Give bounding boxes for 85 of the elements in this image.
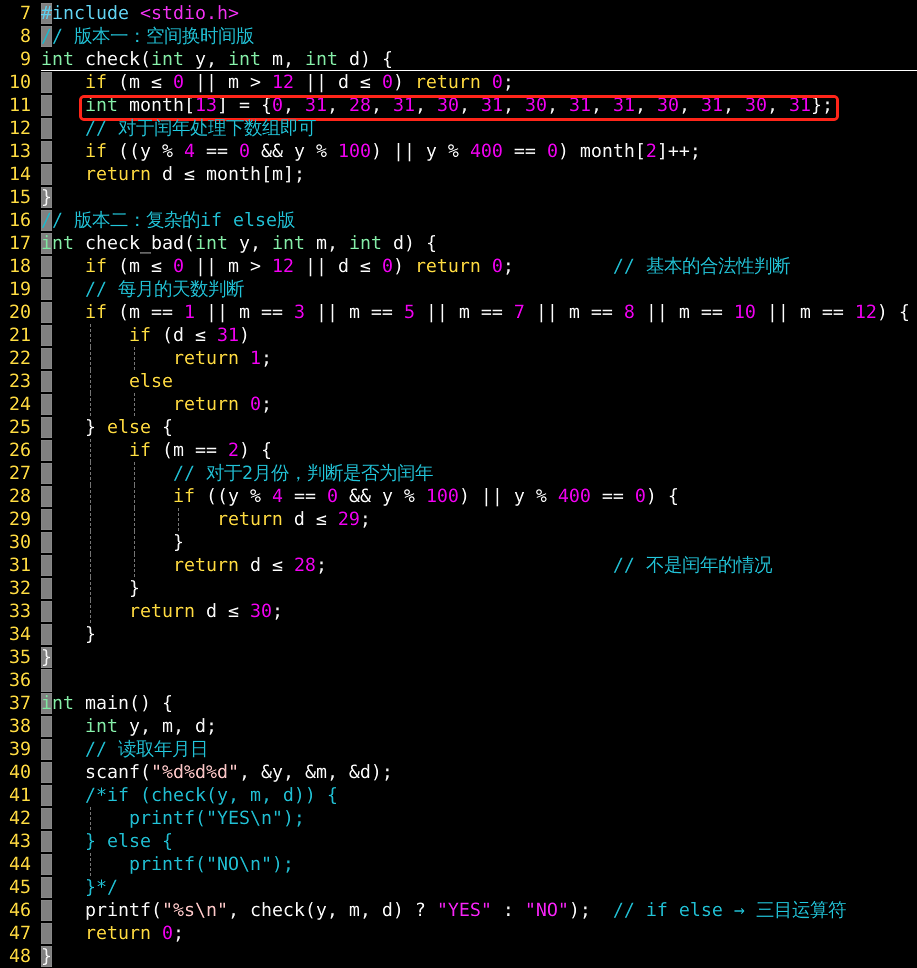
line-number: 10 — [8, 71, 32, 94]
code-line: // 每月的天数判断 — [41, 279, 244, 300]
line-number: 29 — [8, 508, 32, 531]
line-number: 37 — [8, 692, 32, 715]
code-line: printf("YES\n"); — [41, 808, 305, 829]
indent-guide — [178, 508, 179, 531]
code-line: }*/ — [41, 877, 118, 898]
code-line: if (m == 1 || m == 3 || m == 5 || m == 7 || m == 8 || m == 10 || m == 12) { — [41, 302, 910, 323]
line-number: 32 — [8, 577, 32, 600]
line-number: 18 — [8, 255, 32, 278]
code-line: int y, m, d; — [41, 716, 217, 737]
line-number: 26 — [8, 439, 32, 462]
line-number: 47 — [8, 922, 32, 945]
code-line: return 0; — [41, 394, 272, 415]
line-number: 38 — [8, 715, 32, 738]
line-number: 31 — [8, 554, 32, 577]
line-number: 15 — [8, 186, 32, 209]
line-number: 8 — [19, 25, 32, 48]
code-line: /*if (check(y, m, d)) { — [41, 785, 338, 806]
line-number: 13 — [8, 140, 32, 163]
code-line: int main() { — [41, 693, 173, 714]
code-line: // 对于闰年处理下数组即可 — [41, 118, 316, 139]
line-number: 40 — [8, 761, 32, 784]
line-number: 35 — [8, 646, 32, 669]
line-number: 12 — [8, 117, 32, 140]
line-number: 36 — [8, 669, 32, 692]
code-line: return d ≤ 30; — [41, 601, 283, 622]
line-number: 11 — [8, 94, 32, 117]
line-number: 7 — [19, 2, 32, 25]
code-line: } — [41, 532, 184, 553]
line-number: 14 — [8, 163, 32, 186]
code-line: } else { — [41, 417, 173, 438]
line-number: 21 — [8, 324, 32, 347]
code-line: if (m == 2) { — [41, 440, 272, 461]
code-line: return d ≤ 28; // 不是闰年的情况 — [41, 555, 772, 576]
line-number: 34 — [8, 623, 32, 646]
line-number: 41 — [8, 784, 32, 807]
code-line: return 1; — [41, 348, 272, 369]
code-line: return d ≤ 29; — [41, 509, 371, 530]
code-line: scanf("%d%d%d", &y, &m, &d); — [41, 762, 393, 783]
code-line: // 版本一：空间换时间版 — [41, 26, 254, 47]
code-line: // 读取年月日 — [41, 739, 208, 760]
code-line: } — [41, 624, 96, 645]
line-number: 46 — [8, 899, 32, 922]
indent-guide — [90, 853, 91, 876]
indent-guide — [90, 807, 91, 830]
line-number: 9 — [19, 48, 32, 71]
line-number: 39 — [8, 738, 32, 761]
code-line: #include <stdio.h> — [41, 3, 239, 24]
indent-guide — [134, 347, 135, 370]
code-line: int check(int y, int m, int d) { — [41, 49, 393, 70]
line-number: 22 — [8, 347, 32, 370]
line-number: 17 — [8, 232, 32, 255]
code-line: // 对于2月份，判断是否为闰年 — [41, 463, 433, 484]
line-number: 27 — [8, 462, 32, 485]
line-number: 45 — [8, 876, 32, 899]
code-line: else — [41, 371, 173, 392]
line-number: 28 — [8, 485, 32, 508]
code-line: } else { — [41, 831, 173, 852]
line-number: 33 — [8, 600, 32, 623]
line-number: 30 — [8, 531, 32, 554]
code-line: printf("%s\n", check(y, m, d) ? "YES" : "NO"); // if else → 三目运算符 — [41, 900, 846, 921]
line-number: 23 — [8, 370, 32, 393]
line-number: 42 — [8, 807, 32, 830]
line-number: 24 — [8, 393, 32, 416]
gutter-marker — [41, 669, 52, 692]
code-line: if (d ≤ 31) — [41, 325, 250, 346]
code-line: return d ≤ month[m]; — [41, 164, 305, 185]
code-line: // 版本二：复杂的if else版 — [41, 210, 295, 231]
code-line: int check_bad(int y, int m, int d) { — [41, 233, 437, 254]
code-line: if (m ≤ 0 || m > 12 || d ≤ 0) return 0; // 基本的合法性判断 — [41, 256, 790, 277]
line-number: 48 — [8, 945, 32, 968]
indent-guide — [134, 393, 135, 416]
code-line: } — [41, 578, 140, 599]
code-line: printf("NO\n"); — [41, 854, 294, 875]
line-number: 43 — [8, 830, 32, 853]
line-number: 20 — [8, 301, 32, 324]
code-line: if (m ≤ 0 || m > 12 || d ≤ 0) return 0; — [41, 72, 514, 93]
line-number: 16 — [8, 209, 32, 232]
code-line: if ((y % 4 == 0 && y % 100) || y % 400 == 0) { — [41, 486, 679, 507]
line-number: 19 — [8, 278, 32, 301]
line-number: 44 — [8, 853, 32, 876]
code-line: return 0; — [41, 923, 184, 944]
code-line: if ((y % 4 == 0 && y % 100) || y % 400 == 0) month[2]++; — [41, 141, 701, 162]
line-number: 25 — [8, 416, 32, 439]
